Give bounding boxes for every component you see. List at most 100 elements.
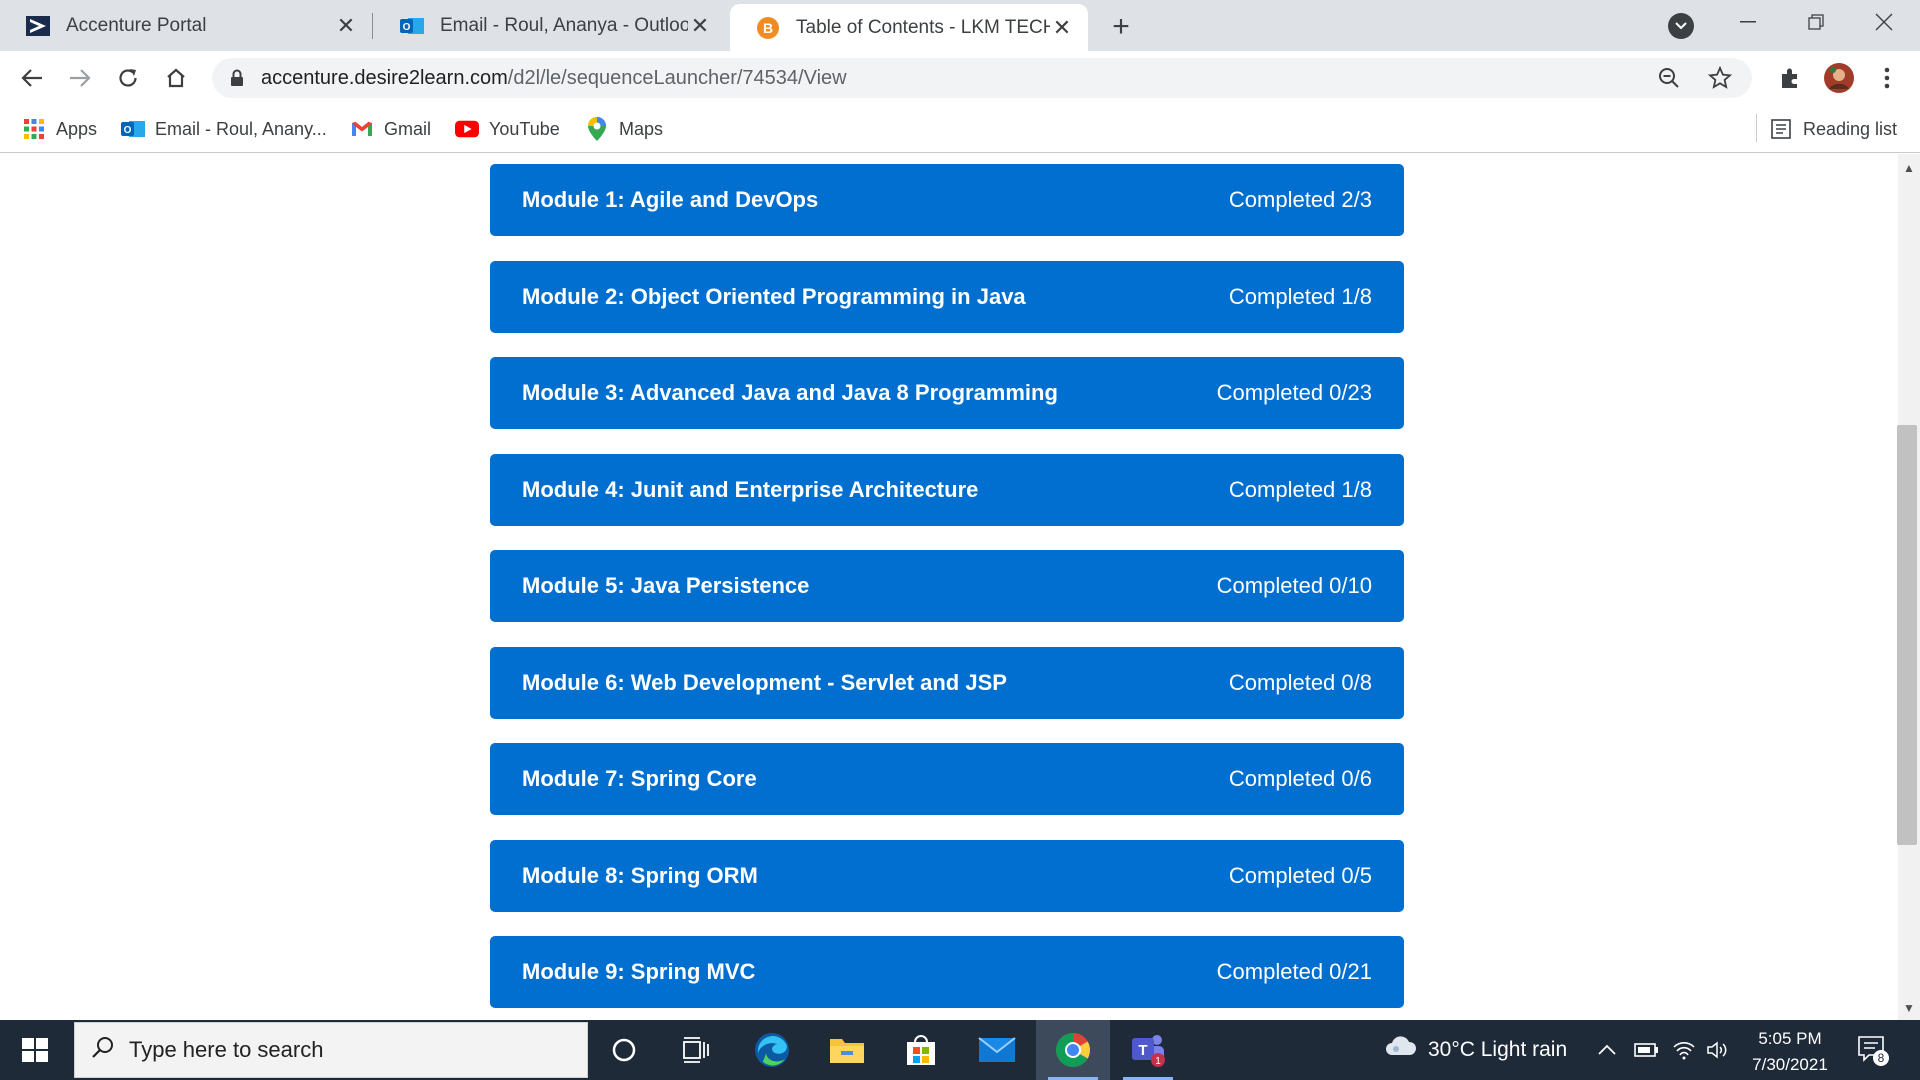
gmail-icon <box>350 117 374 141</box>
browser-tab-strip: Accenture Portal ✕ O Email - Roul, Anany… <box>0 0 1920 51</box>
windows-taskbar: Type here to search T1 30°C Light rain 5… <box>0 1020 1920 1080</box>
bookmarks-divider <box>1756 114 1757 142</box>
bookmark-label: YouTube <box>489 118 560 139</box>
tab-table-of-contents[interactable]: B Table of Contents - LKM TECHGE ✕ <box>730 4 1088 51</box>
bookmark-maps[interactable]: Maps <box>585 115 663 143</box>
file-explorer-icon[interactable] <box>810 1020 884 1080</box>
edge-icon[interactable] <box>735 1020 809 1080</box>
bookmark-apps[interactable]: Apps <box>22 115 97 143</box>
wifi-icon[interactable] <box>1672 1020 1696 1080</box>
bookmark-label: Gmail <box>384 118 432 139</box>
more-menu-icon[interactable] <box>1868 59 1906 97</box>
svg-text:O: O <box>403 22 411 33</box>
module-completion-status: Completed 0/8 <box>1228 670 1372 695</box>
module-title: Module 5: Java Persistence <box>522 573 810 598</box>
clock-time: 5:05 PM <box>1758 1029 1822 1048</box>
forward-icon[interactable] <box>61 59 99 97</box>
cortana-icon[interactable] <box>587 1020 661 1080</box>
module-3-row[interactable]: Module 3: Advanced Java and Java 8 Progr… <box>490 357 1404 429</box>
new-tab-button[interactable]: + <box>1104 10 1138 44</box>
extensions-icon[interactable] <box>1771 59 1809 97</box>
zoom-icon[interactable] <box>1658 67 1680 94</box>
reading-list-label: Reading list <box>1803 118 1898 139</box>
brightspace-icon: B <box>756 16 780 40</box>
weather-text: 30°C Light rain <box>1428 1038 1568 1061</box>
tab-accenture-portal[interactable]: Accenture Portal ✕ <box>0 0 372 51</box>
tab-search-icon[interactable] <box>1668 13 1694 39</box>
bookmark-gmail[interactable]: Gmail <box>350 115 431 143</box>
module-completion-status: Completed 0/6 <box>1228 766 1372 791</box>
module-title: Module 4: Junit and Enterprise Architect… <box>522 477 979 502</box>
search-icon <box>91 1035 115 1065</box>
home-icon[interactable] <box>157 59 195 97</box>
scrollbar-thumb[interactable] <box>1897 425 1917 845</box>
chrome-taskbar-icon[interactable] <box>1036 1020 1110 1080</box>
close-icon[interactable]: ✕ <box>334 13 358 38</box>
close-window-icon[interactable] <box>1856 0 1912 44</box>
teams-icon[interactable]: T1 <box>1111 1020 1185 1080</box>
back-icon[interactable] <box>13 59 51 97</box>
module-1-row[interactable]: Module 1: Agile and DevOps Completed 2/3 <box>490 164 1404 236</box>
teams-badge-count: 1 <box>1155 1056 1161 1067</box>
notification-count: 8 <box>1878 1051 1885 1065</box>
taskbar-clock[interactable]: 5:05 PM 7/30/2021 <box>1740 1026 1840 1078</box>
module-7-row[interactable]: Module 7: Spring Core Completed 0/6 <box>490 743 1404 815</box>
volume-icon[interactable] <box>1706 1020 1730 1080</box>
battery-icon[interactable] <box>1634 1020 1660 1080</box>
bookmark-outlook-email[interactable]: O Email - Roul, Anany... <box>121 115 327 143</box>
bookmarks-bar: Apps O Email - Roul, Anany... Gmail YouT… <box>0 105 1920 153</box>
microsoft-store-icon[interactable] <box>884 1020 958 1080</box>
bookmark-star-icon[interactable] <box>1707 65 1733 95</box>
bookmark-label: Email - Roul, Anany... <box>155 118 327 139</box>
svg-text:B: B <box>763 20 773 36</box>
module-completion-status: Completed 0/23 <box>1216 380 1372 405</box>
tab-outlook-email[interactable]: O Email - Roul, Ananya - Outlook ✕ <box>374 0 726 51</box>
bookmark-label: Maps <box>619 118 664 139</box>
module-completion-status: Completed 2/3 <box>1228 187 1372 212</box>
tab-title: Table of Contents - LKM TECHGE <box>796 16 1050 38</box>
taskbar-search-placeholder: Type here to search <box>129 1037 324 1062</box>
svg-text:O: O <box>124 125 132 136</box>
weather-widget[interactable]: 30°C Light rain <box>1384 1020 1567 1080</box>
bookmark-youtube[interactable]: YouTube <box>455 115 560 143</box>
url-path: /d2l/le/sequenceLauncher/74534/View <box>507 67 847 89</box>
lock-icon[interactable] <box>230 69 244 92</box>
windows-start-icon[interactable] <box>16 1034 56 1071</box>
module-title: Module 9: Spring MVC <box>522 959 756 984</box>
taskbar-search-box[interactable]: Type here to search <box>74 1022 588 1078</box>
tab-divider <box>372 13 373 39</box>
task-view-icon[interactable] <box>659 1020 733 1080</box>
apps-grid-icon <box>22 117 46 141</box>
outlook-icon: O <box>400 14 424 38</box>
module-8-row[interactable]: Module 8: Spring ORM Completed 0/5 <box>490 840 1404 912</box>
mail-icon[interactable] <box>960 1020 1034 1080</box>
restore-icon[interactable] <box>1788 0 1844 44</box>
notification-center-icon[interactable]: 8 <box>1856 1020 1890 1080</box>
module-completion-status: Completed 0/5 <box>1228 863 1372 888</box>
module-5-row[interactable]: Module 5: Java Persistence Completed 0/1… <box>490 550 1404 622</box>
scroll-down-arrow-icon[interactable]: ▼ <box>1898 998 1920 1018</box>
reading-list-button[interactable]: Reading list <box>1769 115 1897 143</box>
close-icon[interactable]: ✕ <box>688 13 712 38</box>
profile-avatar[interactable] <box>1820 59 1858 97</box>
minimize-icon[interactable] <box>1720 0 1776 44</box>
reload-icon[interactable] <box>109 59 147 97</box>
module-2-row[interactable]: Module 2: Object Oriented Programming in… <box>490 261 1404 333</box>
module-9-row[interactable]: Module 9: Spring MVC Completed 0/21 <box>490 936 1404 1008</box>
clock-date: 7/30/2021 <box>1752 1055 1828 1074</box>
module-6-row[interactable]: Module 6: Web Development - Servlet and … <box>490 647 1404 719</box>
address-bar[interactable]: accenture.desire2learn.com/d2l/le/sequen… <box>212 58 1752 98</box>
maps-icon <box>585 117 609 141</box>
module-title: Module 8: Spring ORM <box>522 863 758 888</box>
show-hidden-icons-chevron-icon[interactable] <box>1598 1020 1616 1080</box>
module-title: Module 7: Spring Core <box>522 766 757 791</box>
module-title: Module 1: Agile and DevOps <box>522 187 819 212</box>
scroll-up-arrow-icon[interactable]: ▲ <box>1898 158 1920 178</box>
module-4-row[interactable]: Module 4: Junit and Enterprise Architect… <box>490 454 1404 526</box>
url-host: accenture.desire2learn.com <box>261 67 508 89</box>
module-completion-status: Completed 0/10 <box>1216 573 1372 598</box>
cloud-rain-icon <box>1384 1035 1418 1065</box>
close-icon[interactable]: ✕ <box>1050 15 1074 40</box>
module-completion-status: Completed 1/8 <box>1228 477 1372 502</box>
tab-title: Email - Roul, Ananya - Outlook <box>440 14 688 36</box>
